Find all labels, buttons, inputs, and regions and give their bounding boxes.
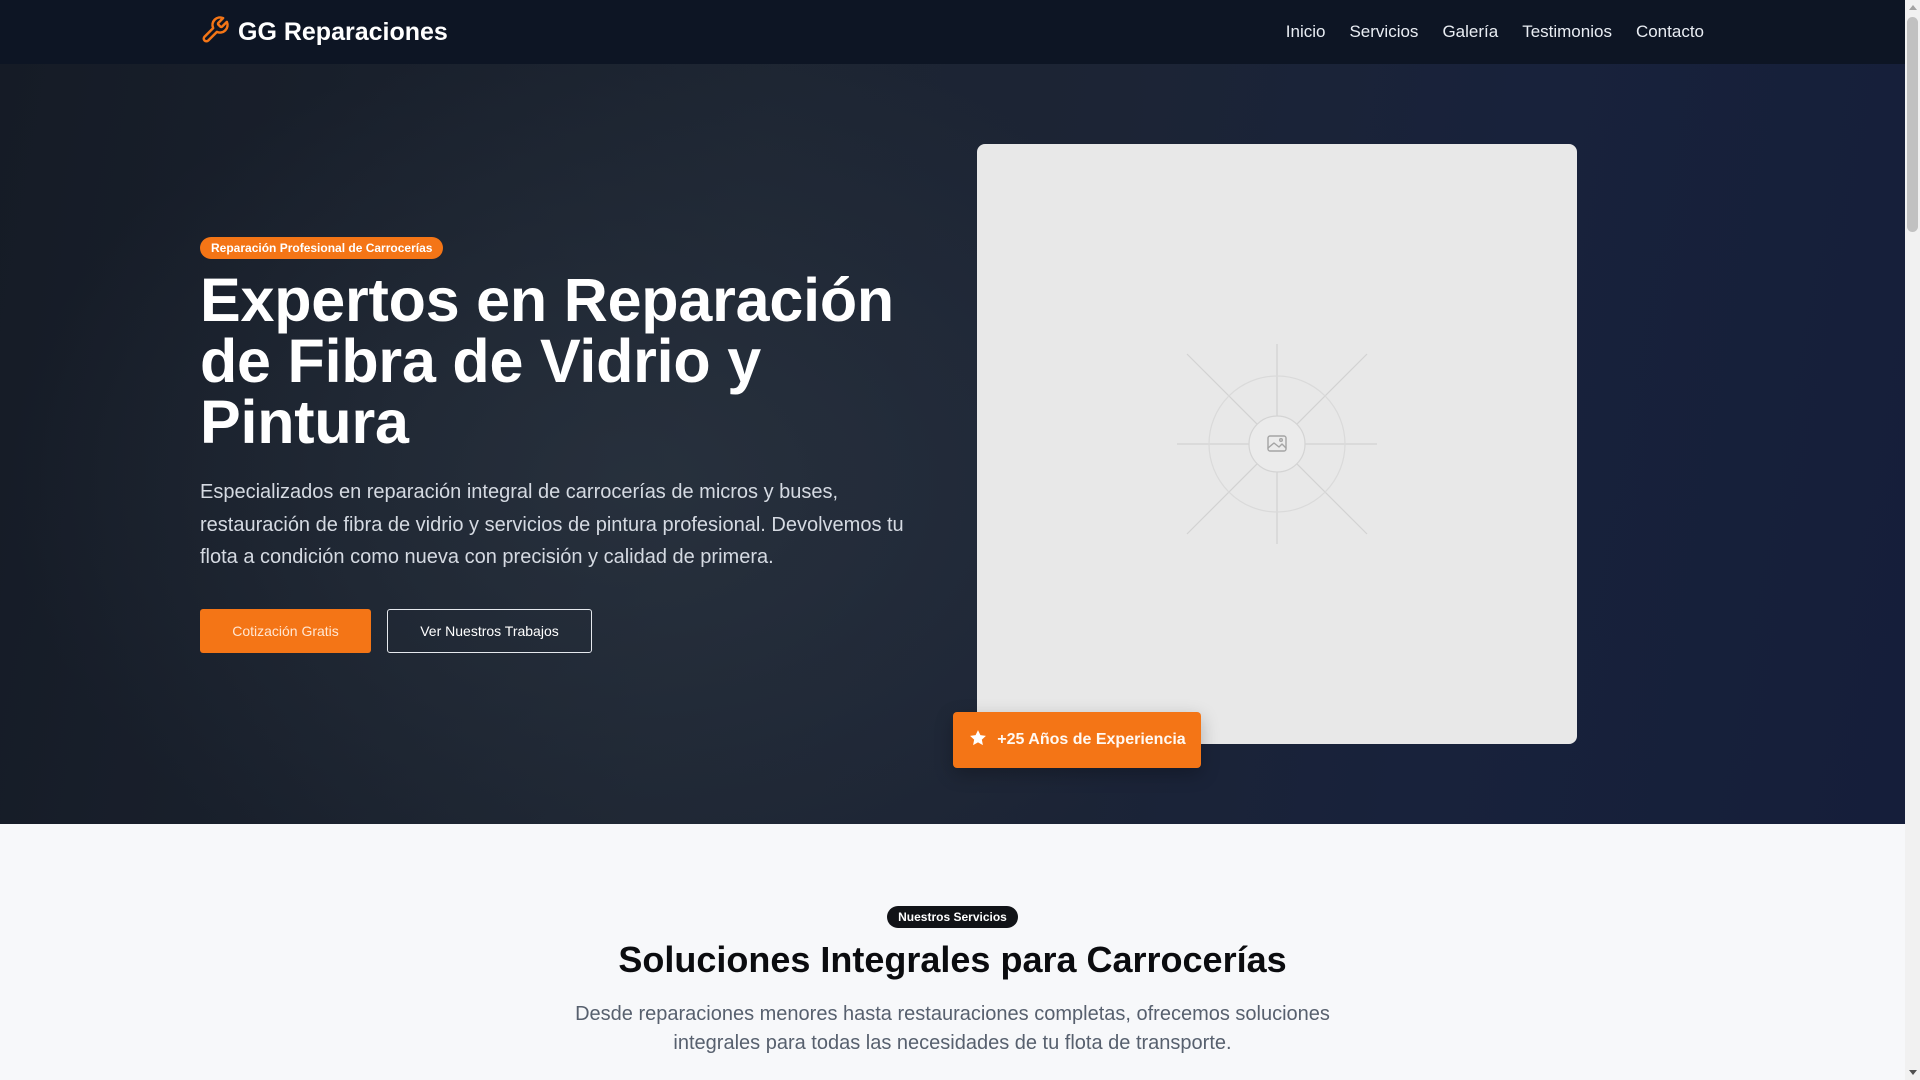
brand-logo-link[interactable]: GG Reparaciones	[200, 14, 448, 50]
hero-badge: Reparación Profesional de Carrocerías	[200, 237, 444, 259]
hero-image-placeholder	[977, 144, 1577, 744]
wrench-icon	[200, 15, 230, 50]
services-section: Nuestros Servicios Soluciones Integrales…	[0, 824, 1905, 1080]
image-icon	[1177, 344, 1377, 544]
hero-section: Reparación Profesional de Carrocerías Ex…	[0, 64, 1905, 824]
nav-link-inicio[interactable]: Inicio	[1286, 22, 1326, 42]
star-icon	[968, 728, 988, 753]
hero-title: Expertos en Reparación de Fibra de Vidri…	[200, 266, 894, 456]
nav-link-galeria[interactable]: Galería	[1442, 22, 1498, 42]
experience-badge: +25 Años de Experiencia	[953, 712, 1201, 768]
scrollbar-thumb[interactable]	[1907, 17, 1918, 232]
experience-text: +25 Años de Experiencia	[997, 731, 1186, 748]
nav-menu: Inicio Servicios Galería Testimonios Con…	[1286, 0, 1704, 64]
navbar: GG Reparaciones Inicio Servicios Galería…	[0, 0, 1905, 64]
scroll-up-arrow-icon[interactable]	[1909, 5, 1917, 10]
services-badge: Nuestros Servicios	[887, 906, 1018, 928]
free-quote-button[interactable]: Cotización Gratis	[200, 609, 371, 653]
scroll-down-arrow-icon[interactable]	[1909, 1070, 1917, 1075]
view-work-button[interactable]: Ver Nuestros Trabajos	[387, 609, 592, 653]
nav-link-servicios[interactable]: Servicios	[1349, 22, 1418, 42]
services-title: Soluciones Integrales para Carrocerías	[618, 939, 1287, 980]
brand-name: GG Reparaciones	[238, 17, 448, 46]
nav-link-testimonios[interactable]: Testimonios	[1522, 22, 1612, 42]
vertical-scrollbar[interactable]	[1905, 0, 1920, 1080]
page: GG Reparaciones Inicio Servicios Galería…	[0, 0, 1905, 1080]
hero-description: Especializados en reparación integral de…	[200, 481, 904, 568]
nav-link-contacto[interactable]: Contacto	[1636, 22, 1704, 42]
services-description: Desde reparaciones menores hasta restaur…	[575, 1003, 1330, 1054]
